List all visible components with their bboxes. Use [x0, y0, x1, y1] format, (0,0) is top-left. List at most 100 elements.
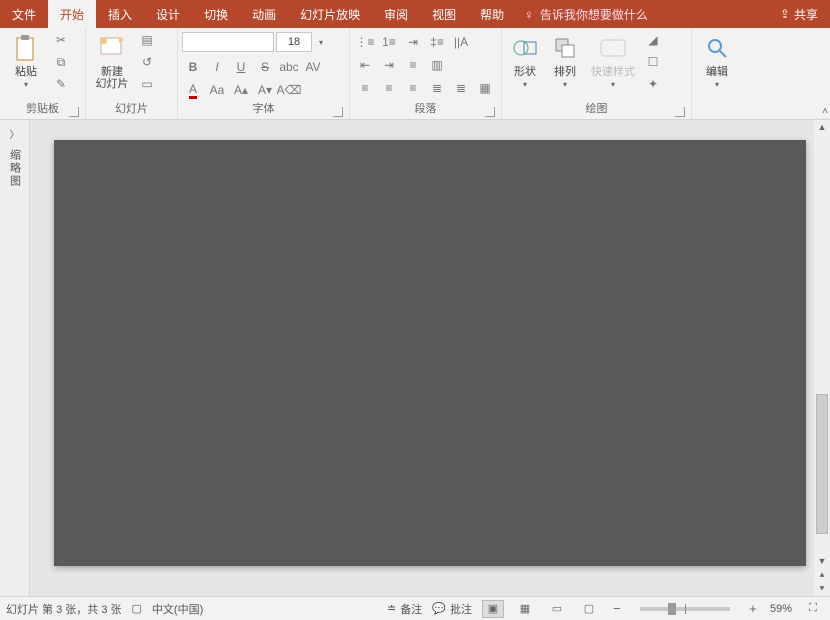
drawing-dialog-launcher[interactable]: [675, 107, 685, 117]
columns-button[interactable]: ▥: [426, 55, 448, 75]
quick-styles-icon: [597, 32, 629, 64]
fit-window-button[interactable]: ⛶: [802, 600, 824, 618]
paste-button[interactable]: 粘贴▾: [4, 30, 48, 98]
justify-button[interactable]: ≣: [426, 78, 448, 98]
align-right-button[interactable]: ≡: [402, 78, 424, 98]
find-icon: [701, 32, 733, 64]
zoom-handle[interactable]: [668, 603, 676, 615]
font-size-combo[interactable]: [276, 32, 312, 52]
tell-me-search[interactable]: ♀ 告诉我你想要做什么: [524, 0, 648, 28]
increase-indent-button[interactable]: ⇥: [378, 55, 400, 75]
notes-button[interactable]: ≐备注: [387, 601, 422, 617]
align-text-button[interactable]: ≡: [402, 55, 424, 75]
shrink-font-icon: A▾: [258, 83, 272, 97]
tab-review[interactable]: 审阅: [372, 0, 420, 28]
smartart-button[interactable]: ▦: [474, 78, 496, 98]
clear-format-button[interactable]: A⌫: [278, 80, 300, 100]
shadow-button[interactable]: abc: [278, 57, 300, 77]
bullets-button[interactable]: ⋮≡: [354, 32, 376, 52]
font-dialog-launcher[interactable]: [333, 107, 343, 117]
shape-fill-button[interactable]: ◢: [642, 30, 664, 50]
tab-home[interactable]: 开始: [48, 0, 96, 28]
scroll-thumb[interactable]: [816, 394, 828, 534]
normal-view-button[interactable]: ▣: [482, 600, 504, 618]
tab-view[interactable]: 视图: [420, 0, 468, 28]
underline-button[interactable]: U: [230, 57, 252, 77]
grow-font-button[interactable]: A▴: [230, 80, 252, 100]
layout-button[interactable]: ▤: [136, 30, 158, 50]
thumbnails-label[interactable]: 缩略图: [7, 149, 23, 188]
reading-view-button[interactable]: ▭: [546, 600, 568, 618]
section-button[interactable]: ▭: [136, 74, 158, 94]
scroll-down-button[interactable]: ▼: [818, 554, 827, 568]
scroll-track[interactable]: [814, 134, 830, 554]
lightbulb-icon: ♀: [524, 7, 534, 22]
numbering-button[interactable]: 1≡: [378, 32, 400, 52]
decrease-indent-button[interactable]: ⇤: [354, 55, 376, 75]
sorter-view-button[interactable]: ▦: [514, 600, 536, 618]
collapse-ribbon-button[interactable]: ˄: [822, 106, 828, 117]
copy-button[interactable]: ⧉: [50, 52, 72, 72]
slideshow-view-button[interactable]: ▢: [578, 600, 600, 618]
share-button[interactable]: ⇪ 共享: [768, 0, 830, 28]
zoom-percent[interactable]: 59%: [770, 603, 792, 615]
sorter-icon: ▦: [520, 602, 530, 615]
brush-icon: ✎: [56, 77, 66, 91]
slide-canvas[interactable]: [54, 140, 806, 566]
format-painter-button[interactable]: ✎: [50, 74, 72, 94]
italic-icon: I: [215, 60, 218, 74]
align-left-button[interactable]: ≡: [354, 78, 376, 98]
expand-thumbnails-button[interactable]: 〉: [10, 126, 20, 141]
tab-design[interactable]: 设计: [144, 0, 192, 28]
tab-transitions[interactable]: 切换: [192, 0, 240, 28]
next-slide-button[interactable]: ⯆: [818, 582, 825, 596]
arrange-button[interactable]: 排列▾: [546, 30, 584, 98]
tab-insert[interactable]: 插入: [96, 0, 144, 28]
new-slide-button[interactable]: 新建 幻灯片: [90, 30, 134, 98]
shape-effects-button[interactable]: ✦: [642, 74, 664, 94]
tab-animations[interactable]: 动画: [240, 0, 288, 28]
language-status[interactable]: 中文(中国): [152, 601, 203, 617]
zoom-in-button[interactable]: +: [746, 601, 760, 616]
strikethrough-button[interactable]: S: [254, 57, 276, 77]
zoom-out-button[interactable]: −: [610, 601, 624, 616]
spellcheck-status[interactable]: ▢: [132, 602, 142, 615]
bold-button[interactable]: B: [182, 57, 204, 77]
align-center-button[interactable]: ≡: [378, 78, 400, 98]
shapes-button[interactable]: 形状▾: [506, 30, 544, 98]
text-direction-button[interactable]: ||A: [450, 32, 472, 52]
shrink-font-button[interactable]: A▾: [254, 80, 276, 100]
font-size-dropdown[interactable]: ▾: [314, 32, 328, 52]
editing-button[interactable]: 编辑▾: [696, 30, 738, 98]
shape-outline-button[interactable]: ☐: [642, 52, 664, 72]
tab-file[interactable]: 文件: [0, 0, 48, 28]
vertical-scrollbar[interactable]: ▲ ▼ ⯅ ⯆: [814, 120, 830, 596]
chevron-down-icon: ▾: [319, 38, 323, 47]
font-color-button[interactable]: A: [182, 80, 204, 100]
slide-editor[interactable]: [30, 120, 830, 596]
tab-slideshow[interactable]: 幻灯片放映: [288, 0, 372, 28]
zoom-slider[interactable]: [640, 607, 730, 611]
font-name-combo[interactable]: [182, 32, 274, 52]
change-case-button[interactable]: Aa: [206, 80, 228, 100]
scroll-up-button[interactable]: ▲: [818, 120, 827, 134]
outline-icon: ☐: [648, 55, 659, 69]
line-spacing-button[interactable]: ‡≡: [426, 32, 448, 52]
distribute-button[interactable]: ≣: [450, 78, 472, 98]
tab-help[interactable]: 帮助: [468, 0, 516, 28]
reset-button[interactable]: ↺: [136, 52, 158, 72]
paragraph-dialog-launcher[interactable]: [485, 107, 495, 117]
group-editing-label: [696, 101, 738, 119]
slide-counter[interactable]: 幻灯片 第 3 张，共 3 张: [6, 601, 122, 617]
group-paragraph: ⋮≡ 1≡ ⇥ ‡≡ ||A ⇤ ⇥ ≡ ▥ ≡ ≡ ≡ ≣ ≣ ▦ 段落: [350, 28, 502, 119]
clipboard-dialog-launcher[interactable]: [69, 107, 79, 117]
columns-icon: ▥: [431, 58, 442, 72]
list-level-button[interactable]: ⇥: [402, 32, 424, 52]
shadow-icon: abc: [279, 60, 298, 74]
prev-slide-button[interactable]: ⯅: [818, 568, 825, 582]
quick-styles-button[interactable]: 快速样式▾: [586, 30, 640, 98]
italic-button[interactable]: I: [206, 57, 228, 77]
cut-button[interactable]: ✂: [50, 30, 72, 50]
char-spacing-button[interactable]: AV: [302, 57, 324, 77]
comments-button[interactable]: 💬批注: [432, 601, 472, 617]
